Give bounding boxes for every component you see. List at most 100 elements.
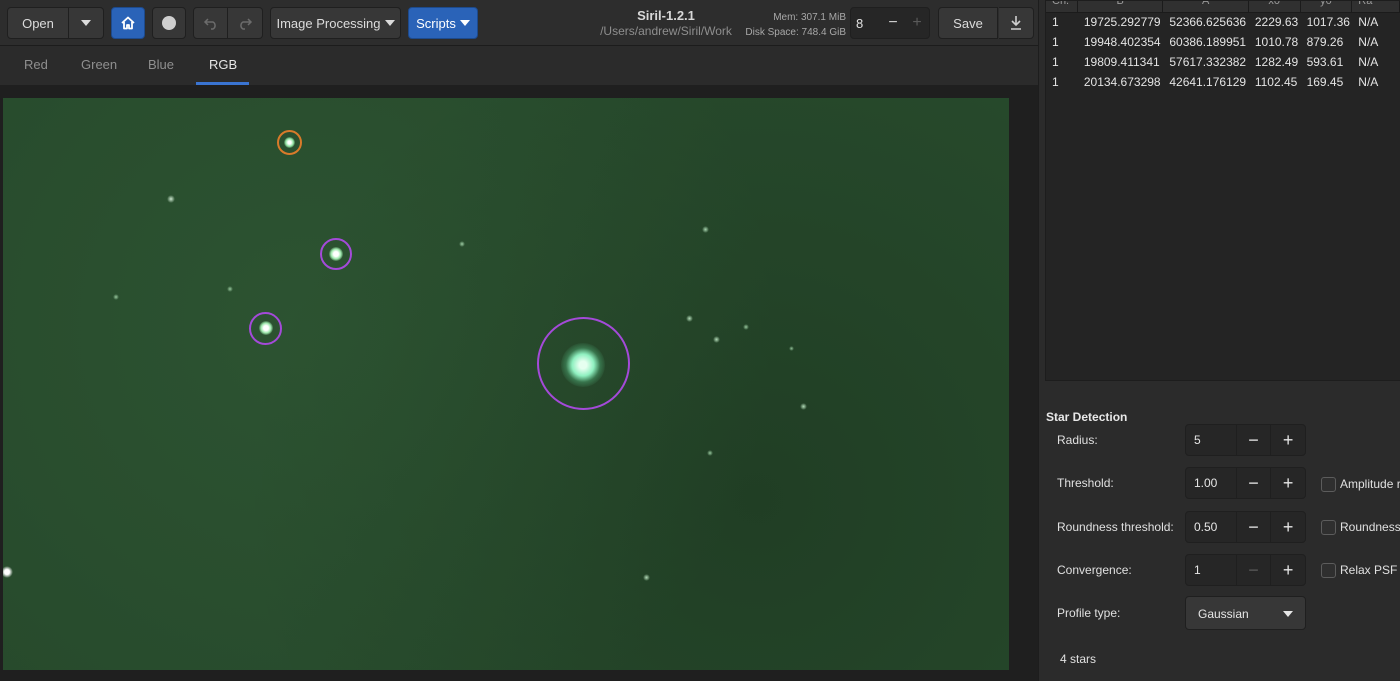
redo-button[interactable] [228, 7, 263, 39]
threshold-spinner[interactable]: 1.00 − + [1185, 467, 1306, 499]
plus-icon[interactable]: + [1270, 425, 1305, 455]
col-header[interactable]: Ch. [1046, 1, 1078, 13]
plus-icon[interactable]: + [1270, 468, 1305, 498]
channel-tabs: Red Green Blue RGB [0, 46, 1038, 86]
minus-icon[interactable]: − [1235, 468, 1271, 498]
col-header[interactable]: B [1078, 1, 1164, 13]
profile-type-select[interactable]: Gaussian [1185, 596, 1306, 630]
star-detection-title: Star Detection [1046, 410, 1128, 424]
open-button[interactable]: Open [7, 7, 69, 39]
download-icon [1011, 16, 1021, 30]
col-header[interactable]: Ra [1352, 1, 1400, 13]
save-button[interactable]: Save [938, 7, 998, 39]
psf-table[interactable]: Ch. B A x0 y0 Ra 1 19725.292779 52366.62… [1045, 0, 1400, 381]
minus-icon[interactable]: − [1235, 425, 1271, 455]
roundness-label: Roundness threshold: [1057, 520, 1174, 534]
home-icon [121, 16, 135, 30]
undo-icon [203, 18, 216, 30]
siril-window: Open Image Processing Scripts Siril-1.2.… [0, 0, 1400, 681]
radius-spinner[interactable]: 5 − + [1185, 424, 1306, 456]
star [743, 324, 749, 330]
record-button[interactable] [152, 7, 186, 39]
astro-image[interactable] [3, 98, 1009, 670]
convergence-label: Convergence: [1057, 563, 1132, 577]
memory-usage: Mem: 307.1 MiB [773, 12, 846, 23]
window-title: Siril-1.2.1 /Users/andrew/Siril/Work [586, 8, 746, 38]
chevron-down-icon [81, 20, 91, 26]
table-row[interactable]: 1 20134.673298 42641.176129 1102.45 169.… [1046, 73, 1400, 92]
relax-psf-checkbox[interactable] [1321, 563, 1336, 578]
plus-icon[interactable]: + [1270, 512, 1305, 542]
save-as-button[interactable] [999, 7, 1034, 39]
star [643, 574, 650, 581]
plus-icon[interactable]: + [1270, 555, 1305, 585]
minus-icon[interactable]: − [881, 14, 905, 32]
threads-spinner[interactable]: 8 − + [850, 7, 930, 39]
scripts-label: Scripts [416, 15, 456, 31]
star [113, 294, 119, 300]
cell: N/A [1358, 15, 1379, 29]
image-noise [3, 98, 1009, 670]
star-marker-selected[interactable] [277, 130, 302, 155]
col-header[interactable]: y0 [1301, 1, 1353, 13]
redo-icon [240, 18, 253, 30]
star [800, 403, 807, 410]
cell: 60386.189951 [1169, 35, 1247, 49]
scripts-menu[interactable]: Scripts [408, 7, 478, 39]
home-button[interactable] [111, 7, 145, 39]
star-marker[interactable] [249, 312, 282, 345]
disk-space: Disk Space: 748.4 GiB [745, 27, 846, 38]
minus-icon[interactable]: − [1235, 512, 1271, 542]
convergence-spinner[interactable]: 1 − + [1185, 554, 1306, 586]
cell: 1 [1052, 75, 1059, 89]
open-dropdown-button[interactable] [69, 7, 104, 39]
table-row[interactable]: 1 19725.292779 52366.625636 2229.63 1017… [1046, 13, 1400, 32]
cell: 1 [1052, 15, 1059, 29]
cell: 1010.78 [1254, 35, 1299, 49]
cell: 879.26 [1306, 35, 1344, 49]
table-row[interactable]: 1 19809.411341 57617.332382 1282.49 593.… [1046, 53, 1400, 72]
table-header: Ch. B A x0 y0 Ra [1046, 1, 1400, 13]
col-header[interactable]: A [1163, 1, 1249, 13]
tab-red[interactable]: Red [24, 57, 48, 72]
star [167, 195, 175, 203]
chevron-down-icon [459, 20, 470, 26]
cell: 1 [1052, 55, 1059, 69]
cell: 19809.411341 [1083, 55, 1160, 69]
radius-value[interactable]: 5 [1186, 433, 1236, 447]
image-viewport[interactable] [0, 86, 1038, 681]
threads-value[interactable]: 8 [851, 16, 881, 31]
active-tab-indicator [196, 82, 249, 85]
convergence-value[interactable]: 1 [1186, 563, 1236, 577]
image-processing-menu[interactable]: Image Processing [270, 7, 401, 39]
star-marker[interactable] [537, 317, 630, 410]
threshold-value[interactable]: 1.00 [1186, 476, 1236, 490]
star [713, 336, 720, 343]
col-header[interactable]: x0 [1249, 1, 1301, 13]
roundness-value[interactable]: 0.50 [1186, 520, 1236, 534]
cell: 57617.332382 [1169, 55, 1247, 69]
chevron-down-icon [384, 20, 395, 26]
cell: 593.61 [1306, 55, 1344, 69]
roundness-checkbox[interactable] [1321, 520, 1336, 535]
resource-info: Mem: 307.1 MiB Disk Space: 748.4 GiB [740, 10, 846, 40]
tab-green[interactable]: Green [81, 57, 117, 72]
tab-rgb[interactable]: RGB [209, 57, 237, 72]
star-marker[interactable] [320, 238, 352, 270]
circle-icon [162, 16, 176, 30]
cell: N/A [1358, 55, 1379, 69]
cell: 52366.625636 [1169, 15, 1247, 29]
tab-blue[interactable]: Blue [148, 57, 174, 72]
table-row[interactable]: 1 19948.402354 60386.189951 1010.78 879.… [1046, 33, 1400, 52]
star [789, 346, 794, 351]
minus-icon[interactable]: − [1235, 555, 1271, 585]
roundness-spinner[interactable]: 0.50 − + [1185, 511, 1306, 543]
cell: 1282.49 [1254, 55, 1299, 69]
radius-label: Radius: [1057, 433, 1098, 447]
cell: N/A [1358, 75, 1379, 89]
undo-button[interactable] [193, 7, 228, 39]
amplitude-checkbox[interactable] [1321, 477, 1336, 492]
plus-icon[interactable]: + [905, 14, 929, 32]
amplitude-checkbox-label: Amplitude r [1340, 477, 1400, 491]
profile-type-label: Profile type: [1057, 606, 1121, 620]
